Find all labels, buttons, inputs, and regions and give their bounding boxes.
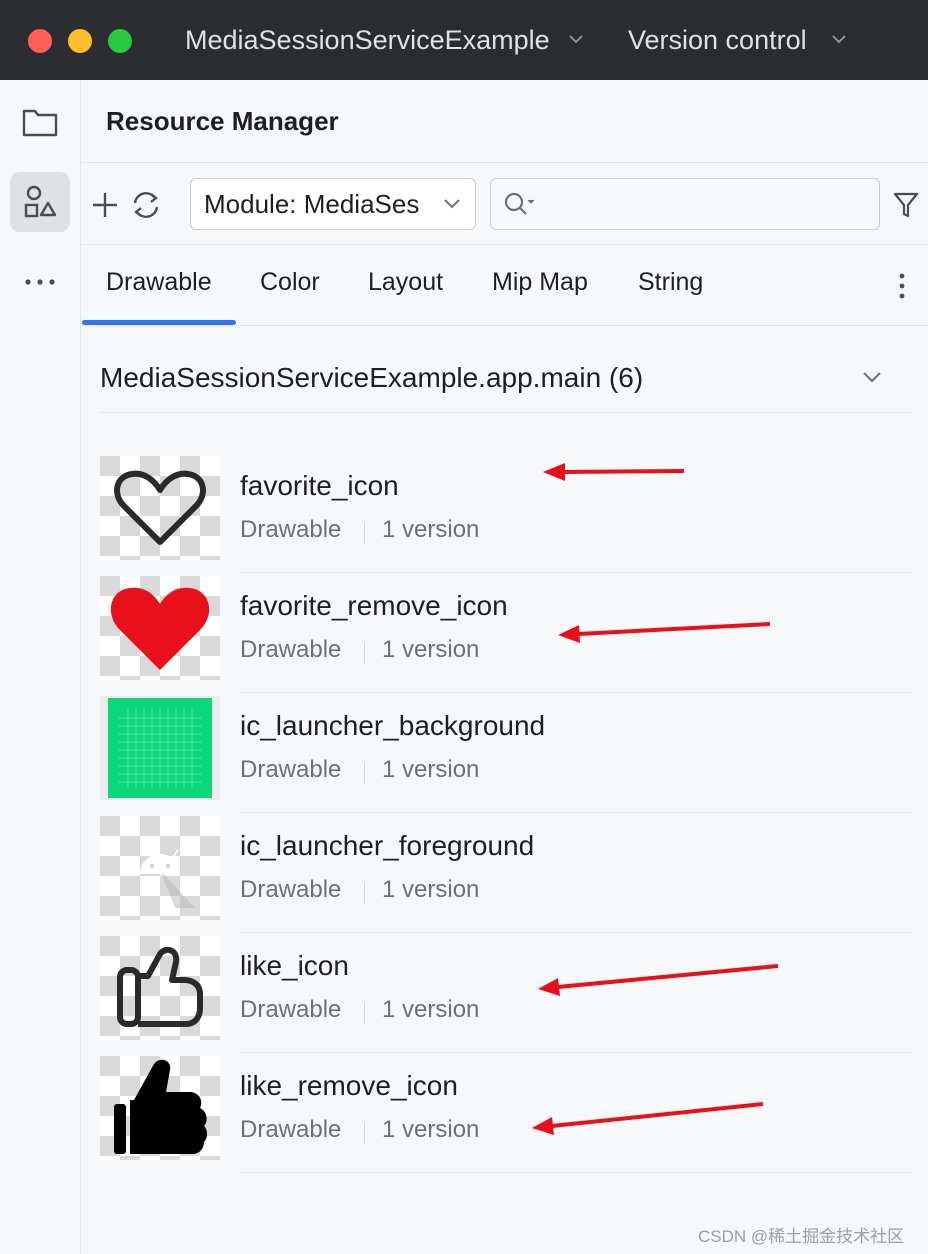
green-grid-icon <box>100 696 220 800</box>
resource-item-like-icon[interactable]: like_icon Drawable 1 version <box>100 936 912 1056</box>
thumbs-up-filled-icon <box>100 1056 220 1160</box>
divider <box>240 1172 912 1173</box>
plus-icon <box>93 193 117 217</box>
filter-button[interactable] <box>892 190 920 220</box>
chevron-down-icon[interactable] <box>862 370 882 384</box>
chevron-down-icon <box>444 199 460 209</box>
android-robot-icon <box>100 816 220 920</box>
tabs-overflow-button[interactable] <box>890 270 914 302</box>
search-icon <box>504 192 535 215</box>
project-tool-button[interactable] <box>10 92 70 152</box>
panel-title: Resource Manager <box>106 106 339 136</box>
resource-versions: 1 version <box>382 876 480 903</box>
more-tools-button[interactable] <box>10 252 70 312</box>
heart-filled-red-icon <box>100 576 220 680</box>
divider <box>100 412 912 413</box>
title-bar: MediaSessionServiceExample Version contr… <box>0 0 928 80</box>
tab-layout[interactable]: Layout <box>368 268 443 297</box>
resource-versions: 1 version <box>382 756 480 783</box>
divider <box>240 812 912 813</box>
resource-type: Drawable <box>240 876 342 903</box>
separator <box>364 1002 365 1024</box>
resource-versions: 1 version <box>382 996 480 1023</box>
resource-item-favorite-remove-icon[interactable]: favorite_remove_icon Drawable 1 version <box>100 576 912 696</box>
divider <box>81 325 928 326</box>
resource-versions: 1 version <box>382 636 480 663</box>
resource-item-ic-launcher-foreground[interactable]: ic_launcher_foreground Drawable 1 versio… <box>100 816 912 936</box>
divider <box>240 692 912 693</box>
add-resource-button[interactable] <box>90 190 120 220</box>
search-input[interactable] <box>541 185 865 223</box>
resource-type: Drawable <box>240 996 342 1023</box>
chevron-down-icon[interactable] <box>567 30 585 48</box>
separator <box>364 882 365 904</box>
minimize-window-button[interactable] <box>68 29 92 53</box>
folder-icon <box>22 109 58 137</box>
tab-mip-map[interactable]: Mip Map <box>492 268 588 297</box>
resource-item-favorite-icon[interactable]: favorite_icon Drawable 1 version <box>100 456 912 576</box>
resource-name: like_icon <box>240 950 349 981</box>
shapes-icon <box>24 185 57 218</box>
tab-drawable[interactable]: Drawable <box>106 268 212 297</box>
zoom-window-button[interactable] <box>108 29 132 53</box>
filter-icon <box>893 192 919 218</box>
resource-item-ic-launcher-background[interactable]: ic_launcher_background Drawable 1 versio… <box>100 696 912 816</box>
separator <box>364 522 365 544</box>
refresh-icon <box>133 192 159 218</box>
watermark: CSDN @稀土掘金技术社区 <box>698 1227 905 1246</box>
module-select[interactable]: Module: MediaSes <box>190 178 476 230</box>
separator <box>364 1122 365 1144</box>
tab-string[interactable]: String <box>638 268 703 297</box>
project-name[interactable]: MediaSessionServiceExample <box>185 22 550 58</box>
separator <box>364 762 365 784</box>
resource-name: like_remove_icon <box>240 1070 458 1101</box>
module-select-value: Module: MediaSes <box>204 189 420 219</box>
resource-manager-tool-button[interactable] <box>10 172 70 232</box>
heart-outline-icon <box>100 456 220 560</box>
divider <box>81 162 928 163</box>
resource-name: favorite_remove_icon <box>240 590 508 621</box>
search-field[interactable] <box>490 178 880 230</box>
resource-name: favorite_icon <box>240 470 399 501</box>
separator <box>364 642 365 664</box>
close-window-button[interactable] <box>28 29 52 53</box>
divider <box>240 932 912 933</box>
tool-window-stripe <box>0 80 81 1254</box>
resource-type: Drawable <box>240 636 342 663</box>
tab-color[interactable]: Color <box>260 268 320 297</box>
resource-type: Drawable <box>240 1116 342 1143</box>
resource-type: Drawable <box>240 756 342 783</box>
thumbs-up-outline-icon <box>100 936 220 1040</box>
resource-versions: 1 version <box>382 1116 480 1143</box>
resource-versions: 1 version <box>382 516 480 543</box>
more-vertical-icon <box>899 273 905 299</box>
resource-type: Drawable <box>240 516 342 543</box>
chevron-down-icon[interactable] <box>830 30 848 48</box>
divider <box>240 572 912 573</box>
resource-group-header[interactable]: MediaSessionServiceExample.app.main (6) <box>100 362 643 394</box>
divider <box>81 244 928 245</box>
resource-name: ic_launcher_foreground <box>240 830 535 861</box>
more-horizontal-icon <box>25 279 55 285</box>
resource-item-like-remove-icon[interactable]: like_remove_icon Drawable 1 version <box>100 1056 912 1176</box>
refresh-button[interactable] <box>128 188 164 222</box>
divider <box>240 1052 912 1053</box>
resource-name: ic_launcher_background <box>240 710 546 741</box>
vcs-menu[interactable]: Version control <box>628 22 807 58</box>
